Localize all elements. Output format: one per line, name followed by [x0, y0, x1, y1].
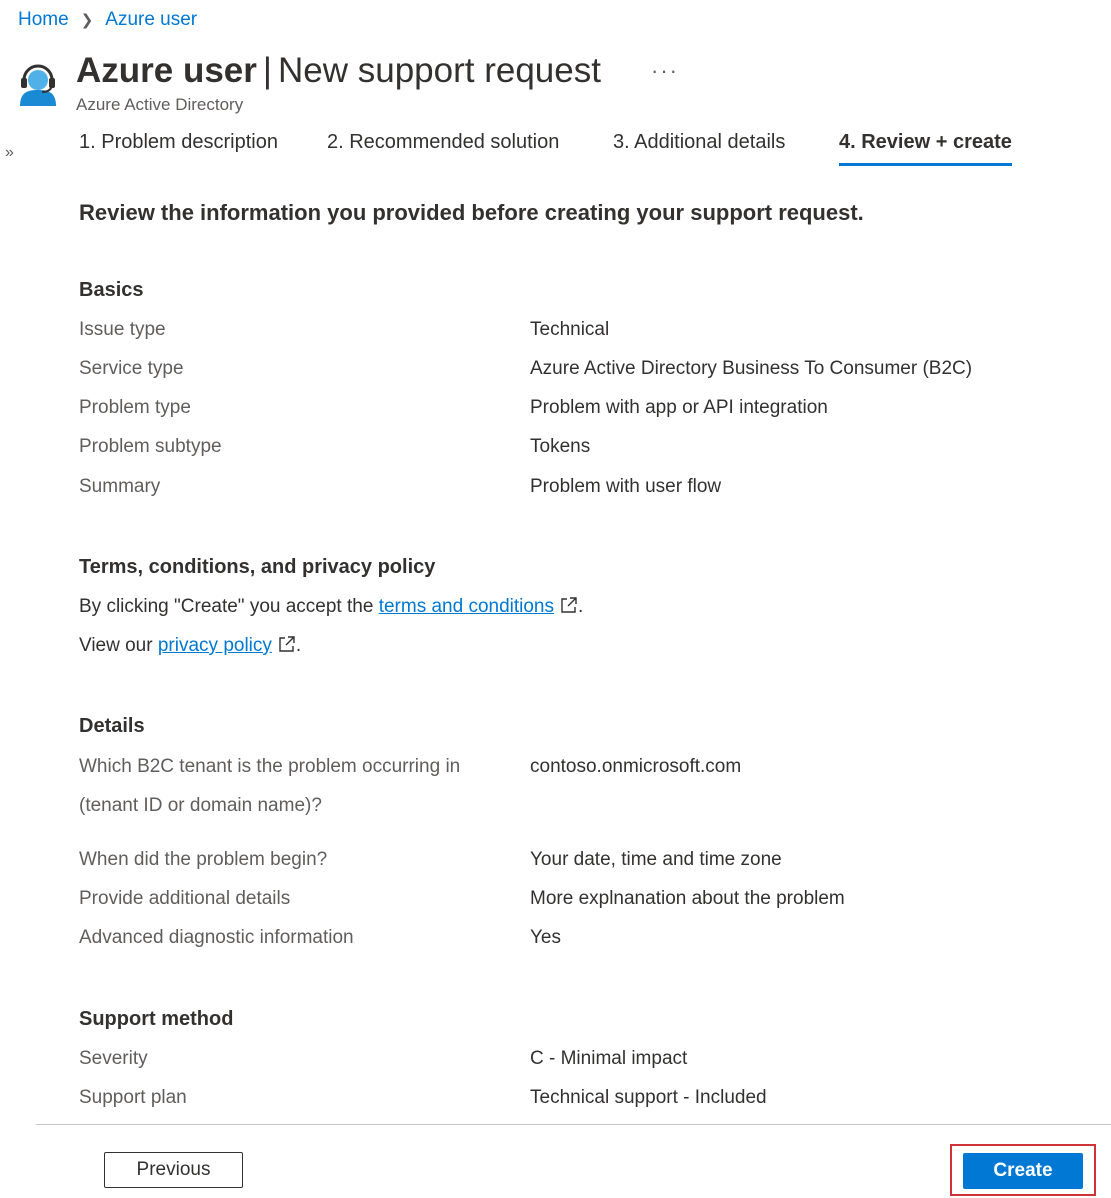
problem-type-value: Problem with app or API integration: [530, 397, 828, 418]
service-type-value: Azure Active Directory Business To Consu…: [530, 358, 973, 379]
summary-label: Summary: [79, 476, 161, 497]
problem-type-label: Problem type: [79, 397, 191, 418]
service-type-label: Service type: [79, 358, 184, 379]
support-plan-label: Support plan: [79, 1087, 187, 1108]
tab-label: 3. Additional details: [613, 131, 786, 153]
terms-heading: Terms, conditions, and privacy policy: [79, 556, 436, 578]
footer-divider: [36, 1124, 1111, 1125]
breadcrumb: Home ❯ Azure user: [18, 8, 197, 32]
summary-value: Problem with user flow: [530, 476, 722, 497]
problem-start-value: Your date, time and time zone: [530, 849, 782, 870]
review-intro: Review the information you provided befo…: [79, 200, 864, 225]
tab-additional-details[interactable]: 3. Additional details: [613, 128, 785, 166]
chevron-right-icon: ❯: [80, 12, 94, 29]
page-title-rest: New support request: [278, 51, 601, 90]
tab-label: 1. Problem description: [79, 131, 278, 153]
privacy-policy-link[interactable]: privacy policy: [158, 635, 272, 656]
previous-button[interactable]: Previous: [104, 1152, 243, 1188]
severity-value: C - Minimal impact: [530, 1048, 688, 1069]
create-button[interactable]: Create: [963, 1153, 1083, 1189]
support-plan-value: Technical support - Included: [530, 1087, 767, 1108]
issue-type-value: Technical: [530, 319, 610, 340]
terms-and-conditions-link[interactable]: terms and conditions: [379, 596, 554, 617]
more-options-icon[interactable]: ···: [651, 58, 679, 84]
basics-heading: Basics: [79, 279, 144, 301]
privacy-prefix: View our: [79, 635, 158, 656]
problem-start-label: When did the problem begin?: [79, 849, 328, 870]
terms-suffix: .: [578, 596, 584, 617]
breadcrumb-azure-user-link[interactable]: Azure user: [105, 9, 197, 31]
tab-label: 2. Recommended solution: [327, 131, 560, 153]
active-tab-indicator: [839, 163, 1012, 166]
additional-details-label: Provide additional details: [79, 888, 291, 909]
external-link-icon[interactable]: [560, 596, 578, 614]
diagnostic-info-label: Advanced diagnostic information: [79, 927, 354, 948]
privacy-line: View our privacy policy.: [79, 635, 301, 657]
additional-details-value: More explnanation about the problem: [530, 888, 845, 909]
tenant-value: contoso.onmicrosoft.com: [530, 756, 742, 777]
problem-subtype-value: Tokens: [530, 436, 591, 457]
privacy-suffix: .: [295, 635, 302, 656]
tenant-label-line2: (tenant ID or domain name)?: [79, 795, 322, 816]
page-subtitle: Azure Active Directory: [76, 95, 244, 114]
breadcrumb-home-link[interactable]: Home: [18, 9, 69, 31]
tab-review-create[interactable]: 4. Review + create: [839, 128, 1012, 166]
issue-type-label: Issue type: [79, 319, 166, 340]
details-heading: Details: [79, 715, 145, 737]
tab-recommended-solution[interactable]: 2. Recommended solution: [327, 128, 559, 166]
tenant-label-line1: Which B2C tenant is the problem occurrin…: [79, 756, 461, 777]
problem-subtype-label: Problem subtype: [79, 436, 222, 457]
page-title-separator: |: [262, 51, 272, 90]
page-title-strong: Azure user: [76, 51, 257, 90]
support-method-heading: Support method: [79, 1008, 234, 1030]
tab-problem-description[interactable]: 1. Problem description: [79, 128, 278, 166]
expand-sidebar-icon[interactable]: »: [5, 144, 14, 162]
terms-line: By clicking "Create" you accept the term…: [79, 596, 583, 618]
user-support-icon: [20, 64, 56, 106]
diagnostic-info-value: Yes: [530, 927, 561, 948]
tab-label: 4. Review + create: [839, 131, 1012, 153]
page-title: Azure user | New support request: [76, 48, 601, 94]
external-link-icon[interactable]: [278, 635, 296, 653]
severity-label: Severity: [79, 1048, 148, 1069]
terms-prefix: By clicking "Create" you accept the: [79, 596, 379, 617]
